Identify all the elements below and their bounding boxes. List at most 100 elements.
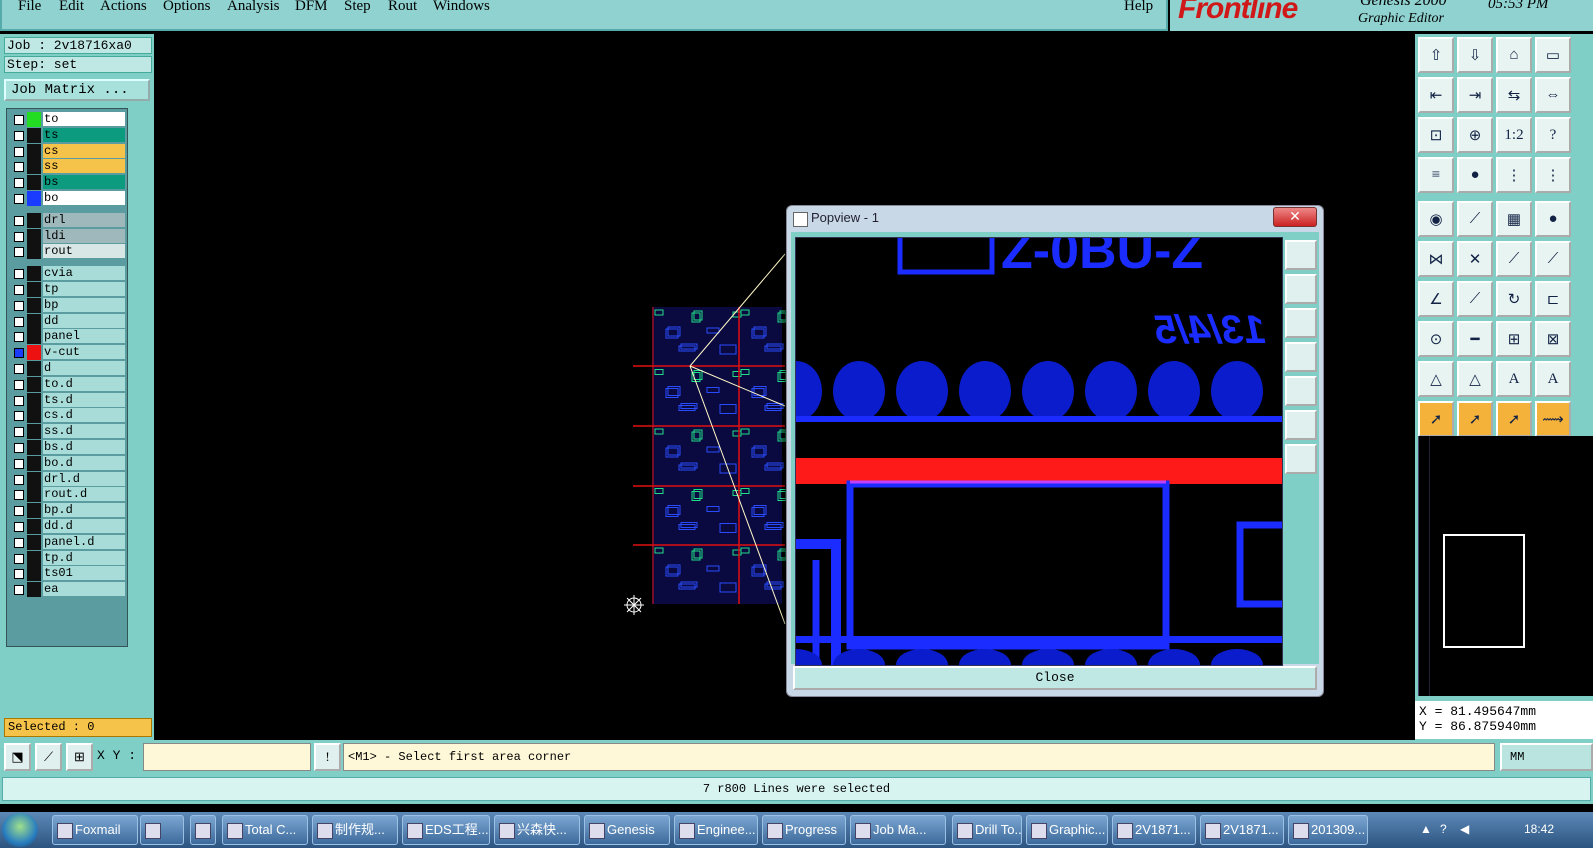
- layer-name[interactable]: ss: [43, 159, 125, 174]
- layer-name[interactable]: to.d: [43, 376, 125, 391]
- layer-checkbox[interactable]: [14, 285, 24, 295]
- taskbar-item[interactable]: 2V1871...: [1200, 815, 1284, 845]
- layer-name[interactable]: tp: [43, 282, 125, 296]
- layer-checkbox[interactable]: [14, 522, 24, 532]
- layer-color-swatch[interactable]: [27, 112, 41, 127]
- stretch-icon[interactable]: ⇔: [1535, 77, 1571, 113]
- layer-row[interactable]: ldi: [9, 228, 125, 244]
- layer-row[interactable]: bo.d: [9, 455, 125, 471]
- layer-row[interactable]: ts01: [9, 566, 125, 582]
- popview-zoom-button[interactable]: [1285, 240, 1317, 270]
- popview-up-button[interactable]: [1285, 274, 1317, 304]
- taskbar-item[interactable]: 兴森快...: [494, 815, 580, 845]
- layer-color-swatch[interactable]: [27, 519, 41, 534]
- pan-left-icon[interactable]: ⇤: [1418, 77, 1454, 113]
- layer-row[interactable]: drl.d: [9, 471, 125, 487]
- start-button[interactable]: [2, 813, 38, 847]
- taskbar-item[interactable]: Graphic...: [1026, 815, 1108, 845]
- pan-right-icon[interactable]: ⇥: [1457, 77, 1493, 113]
- layer-row[interactable]: ss.d: [9, 424, 125, 440]
- layer-checkbox[interactable]: [14, 458, 24, 469]
- layer-name[interactable]: tp.d: [43, 550, 125, 565]
- pointer-b-icon[interactable]: ➚: [1457, 401, 1493, 437]
- layer-row[interactable]: d: [9, 361, 125, 376]
- slash-icon[interactable]: ⟋: [1457, 201, 1493, 237]
- layer-name[interactable]: ss.d: [43, 424, 125, 439]
- layer-color-swatch[interactable]: [27, 191, 41, 206]
- layer-a-icon[interactable]: ⋮: [1496, 157, 1532, 193]
- volume-icon[interactable]: ◀: [1460, 822, 1469, 836]
- layer-color-swatch[interactable]: [27, 487, 41, 503]
- layer-name[interactable]: v-cut: [43, 345, 125, 360]
- layer-name[interactable]: d: [43, 361, 125, 375]
- move-up-icon[interactable]: ⇧: [1418, 37, 1454, 73]
- layer-checkbox[interactable]: [14, 364, 24, 374]
- layer-name[interactable]: ldi: [43, 228, 125, 243]
- bar-icon[interactable]: ━: [1457, 321, 1493, 357]
- layer-checkbox[interactable]: [14, 300, 24, 311]
- help-icon[interactable]: ?: [1535, 117, 1571, 153]
- popview-pan-button[interactable]: [1285, 444, 1317, 474]
- layer-row[interactable]: bs: [9, 175, 125, 191]
- bracket-icon[interactable]: ⊏: [1535, 281, 1571, 317]
- layer-name[interactable]: cs: [43, 143, 125, 158]
- layer-name[interactable]: bp.d: [43, 503, 125, 518]
- layer-row[interactable]: ea: [9, 582, 125, 598]
- layer-checkbox[interactable]: [14, 427, 24, 438]
- layer-row[interactable]: tp: [9, 282, 125, 297]
- layer-row[interactable]: bs.d: [9, 440, 125, 455]
- route-icon[interactable]: ⟿: [1535, 401, 1571, 437]
- layer-row[interactable]: cs: [9, 143, 125, 159]
- layer-checkbox[interactable]: [14, 395, 24, 406]
- layer-color-swatch[interactable]: [27, 392, 41, 408]
- arc-icon[interactable]: ↻: [1496, 281, 1532, 317]
- menu-windows[interactable]: Windows: [433, 0, 490, 15]
- layer-color-swatch[interactable]: [27, 408, 41, 424]
- menu-dfm[interactable]: DFM: [295, 0, 328, 15]
- layer-checkbox[interactable]: [14, 115, 24, 125]
- job-matrix-button[interactable]: Job Matrix ...: [4, 79, 150, 101]
- layer-row[interactable]: dd.d: [9, 519, 125, 534]
- layer-name[interactable]: bo.d: [43, 455, 125, 470]
- taskbar-item[interactable]: 201309...: [1288, 815, 1368, 845]
- layer-checkbox[interactable]: [14, 269, 24, 280]
- layer-color-swatch[interactable]: [27, 159, 41, 175]
- select-icon[interactable]: ◉: [1418, 201, 1454, 237]
- warning-icon[interactable]: !: [314, 743, 341, 771]
- layer-row[interactable]: to: [9, 112, 125, 127]
- layer-row[interactable]: v-cut: [9, 345, 125, 361]
- layer-checkbox[interactable]: [14, 411, 24, 422]
- triangle-a-icon[interactable]: △: [1418, 361, 1454, 397]
- layer-checkbox[interactable]: [14, 553, 24, 564]
- layer-row[interactable]: panel.d: [9, 534, 125, 550]
- taskbar-item[interactable]: 2V1871...: [1112, 815, 1196, 845]
- overview-view-rect[interactable]: [1443, 534, 1525, 648]
- settings-icon[interactable]: ≡: [1418, 157, 1454, 193]
- move-down-icon[interactable]: ⇩: [1457, 37, 1493, 73]
- layer-checkbox[interactable]: [14, 332, 24, 343]
- layer-row[interactable]: dd: [9, 313, 125, 329]
- scale-icon[interactable]: 1:2: [1496, 117, 1532, 153]
- layer-row[interactable]: ts: [9, 127, 125, 143]
- layer-row[interactable]: ss: [9, 159, 125, 175]
- layer-color-swatch[interactable]: [27, 266, 41, 282]
- layer-row[interactable]: to.d: [9, 376, 125, 392]
- popview-fit-button[interactable]: [1285, 410, 1317, 440]
- layer-checkbox[interactable]: [14, 162, 24, 173]
- layer-color-swatch[interactable]: [27, 282, 41, 297]
- text-b-icon[interactable]: A: [1535, 361, 1571, 397]
- popview-left-button[interactable]: [1285, 342, 1317, 372]
- angle-icon[interactable]: ∠: [1418, 281, 1454, 317]
- layer-color-swatch[interactable]: [27, 455, 41, 471]
- layer-color-swatch[interactable]: [27, 143, 41, 159]
- layer-checkbox[interactable]: [14, 194, 24, 204]
- layer-row[interactable]: bp.d: [9, 503, 125, 519]
- layer-checkbox[interactable]: [14, 231, 24, 242]
- layer-checkbox[interactable]: [14, 316, 24, 327]
- layer-name[interactable]: cvia: [43, 266, 125, 281]
- menu-file[interactable]: File: [18, 0, 41, 15]
- menu-rout[interactable]: Rout: [388, 0, 417, 15]
- taskbar-item[interactable]: [190, 815, 216, 845]
- layer-row[interactable]: bp: [9, 297, 125, 313]
- fit-icon[interactable]: ⊡: [1418, 117, 1454, 153]
